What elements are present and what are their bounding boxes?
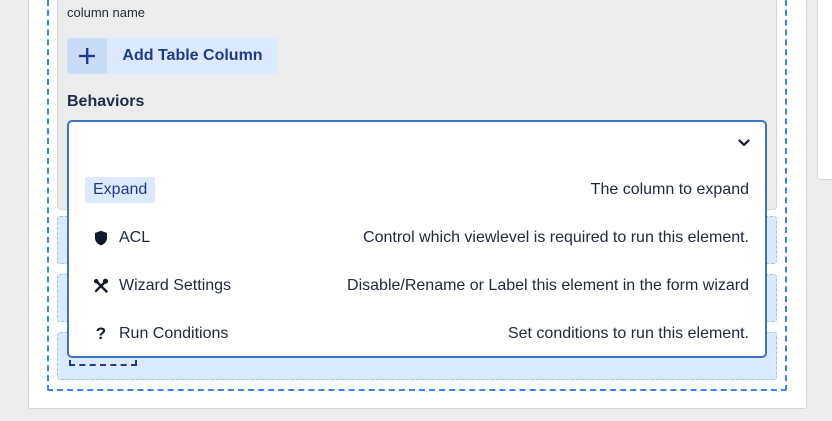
option-expand-label: Expand: [85, 177, 156, 203]
question-icon: ?: [95, 324, 107, 343]
chevron-down-icon[interactable]: [737, 136, 751, 150]
option-run-conditions-description: Set conditions to run this element.: [507, 325, 749, 342]
option-acl-description: Control which viewlevel is required to r…: [363, 229, 749, 246]
column-name-hint: column name: [67, 5, 146, 20]
option-run-conditions[interactable]: ? Run Conditions Set conditions to run t…: [85, 320, 749, 348]
add-table-column-label: Add Table Column: [122, 47, 263, 64]
behaviors-label: Behaviors: [67, 93, 145, 110]
add-table-column-button[interactable]: Add Table Column: [67, 38, 278, 74]
adjacent-card-edge: [817, 0, 832, 180]
option-wizard-settings[interactable]: Wizard Settings Disable/Rename or Label …: [85, 272, 749, 300]
option-expand[interactable]: Expand The column to expand: [85, 176, 749, 204]
tools-icon: [93, 278, 109, 294]
behaviors-dropdown[interactable]: Expand The column to expand ACL Control …: [67, 120, 767, 358]
option-acl-label: ACL: [119, 229, 151, 246]
shield-icon: [93, 230, 109, 246]
option-wizard-settings-description: Disable/Rename or Label this element in …: [347, 277, 749, 294]
option-expand-description: The column to expand: [590, 181, 749, 198]
option-acl[interactable]: ACL Control which viewlevel is required …: [85, 224, 749, 252]
option-run-conditions-label: Run Conditions: [119, 325, 229, 342]
plus-icon: [67, 38, 107, 74]
option-wizard-settings-label: Wizard Settings: [119, 277, 232, 294]
